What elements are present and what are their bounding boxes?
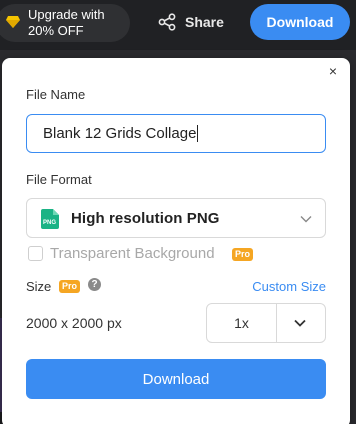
diamond-icon [6,16,20,28]
file-format-label: File Format [26,172,92,187]
size-label: Size [26,279,52,294]
top-bar: Upgrade with 20% OFF Share Download [0,0,356,50]
share-button[interactable]: Share [158,8,224,36]
upgrade-button[interactable]: Upgrade with 20% OFF [0,4,130,42]
file-name-value: Blank 12 Grids Collage [43,125,197,142]
share-label: Share [185,14,224,30]
download-top-button[interactable]: Download [250,4,350,40]
upgrade-text: Upgrade with 20% OFF [28,7,105,38]
dimensions-text: 2000 x 2000 px [26,315,122,331]
custom-size-link[interactable]: Custom Size [252,279,326,294]
scale-select[interactable]: 1x [206,303,326,343]
png-file-icon: PNG [41,209,59,229]
transparent-background-checkbox[interactable] [28,246,43,261]
file-name-input[interactable]: Blank 12 Grids Collage [26,114,326,153]
transparent-background-label: Transparent Background [50,245,215,262]
help-icon[interactable]: ? [88,278,101,291]
file-name-label: File Name [26,87,86,102]
pro-badge: Pro [59,280,80,293]
chevron-down-icon[interactable] [293,316,307,330]
close-icon[interactable]: × [326,64,340,78]
share-icon [158,13,176,31]
file-format-select[interactable]: PNG High resolution PNG [26,198,326,238]
file-format-value: High resolution PNG [71,210,220,227]
download-panel: × File Name Blank 12 Grids Collage File … [2,58,350,424]
png-icon-text: PNG [43,220,56,226]
download-button[interactable]: Download [26,359,326,399]
pro-badge: Pro [232,248,253,261]
scale-value: 1x [207,304,277,342]
chevron-down-icon [300,216,312,223]
text-caret [197,125,199,142]
